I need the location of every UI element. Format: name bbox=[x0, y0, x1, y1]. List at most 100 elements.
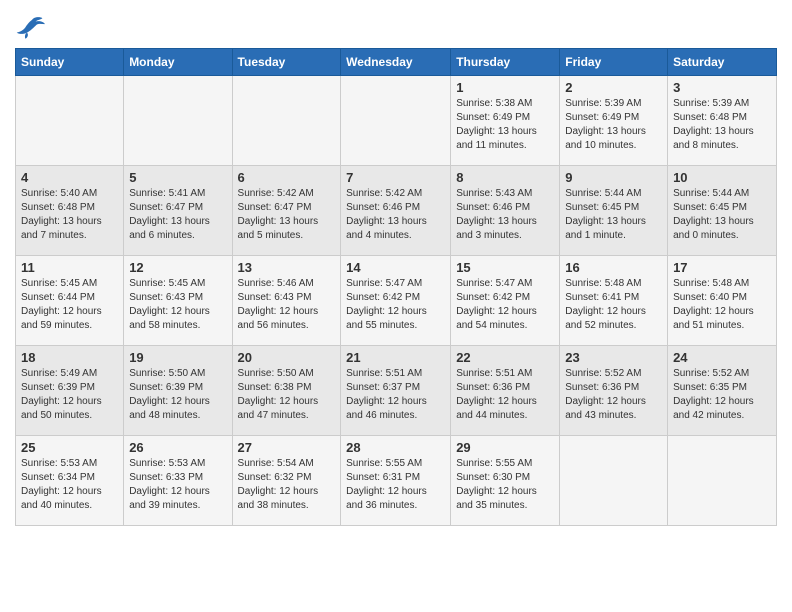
header-cell-thursday: Thursday bbox=[451, 49, 560, 76]
day-number: 26 bbox=[129, 440, 226, 455]
day-info: Sunrise: 5:54 AM Sunset: 6:32 PM Dayligh… bbox=[238, 457, 336, 513]
header-cell-wednesday: Wednesday bbox=[341, 49, 451, 76]
day-number: 10 bbox=[673, 170, 771, 185]
calendar-week-row: 1 Sunrise: 5:38 AM Sunset: 6:49 PM Daylig… bbox=[16, 76, 777, 166]
calendar-cell: 3 Sunrise: 5:39 AM Sunset: 6:48 PM Daylig… bbox=[668, 76, 777, 166]
day-info: Sunrise: 5:50 AM Sunset: 6:38 PM Dayligh… bbox=[238, 367, 336, 423]
day-info: Sunrise: 5:53 AM Sunset: 6:34 PM Dayligh… bbox=[21, 457, 118, 513]
day-number: 18 bbox=[21, 350, 118, 365]
day-number: 1 bbox=[456, 80, 554, 95]
day-info: Sunrise: 5:48 AM Sunset: 6:40 PM Dayligh… bbox=[673, 277, 771, 333]
day-number: 6 bbox=[238, 170, 336, 185]
day-number: 27 bbox=[238, 440, 336, 455]
calendar-cell: 2 Sunrise: 5:39 AM Sunset: 6:49 PM Daylig… bbox=[560, 76, 668, 166]
day-number: 16 bbox=[565, 260, 662, 275]
header-cell-sunday: Sunday bbox=[16, 49, 124, 76]
calendar-cell bbox=[560, 436, 668, 526]
calendar-cell bbox=[16, 76, 124, 166]
day-number: 23 bbox=[565, 350, 662, 365]
day-number: 28 bbox=[346, 440, 445, 455]
day-info: Sunrise: 5:52 AM Sunset: 6:36 PM Dayligh… bbox=[565, 367, 662, 423]
day-number: 29 bbox=[456, 440, 554, 455]
calendar-cell: 25 Sunrise: 5:53 AM Sunset: 6:34 PM Dayli… bbox=[16, 436, 124, 526]
day-number: 11 bbox=[21, 260, 118, 275]
day-number: 17 bbox=[673, 260, 771, 275]
day-number: 12 bbox=[129, 260, 226, 275]
day-info: Sunrise: 5:39 AM Sunset: 6:48 PM Dayligh… bbox=[673, 97, 771, 153]
day-number: 8 bbox=[456, 170, 554, 185]
page-header bbox=[15, 10, 777, 40]
day-info: Sunrise: 5:47 AM Sunset: 6:42 PM Dayligh… bbox=[346, 277, 445, 333]
calendar-week-row: 18 Sunrise: 5:49 AM Sunset: 6:39 PM Dayli… bbox=[16, 346, 777, 436]
calendar-table: SundayMondayTuesdayWednesdayThursdayFrid… bbox=[15, 48, 777, 526]
calendar-cell: 8 Sunrise: 5:43 AM Sunset: 6:46 PM Daylig… bbox=[451, 166, 560, 256]
calendar-cell: 19Sunrise: 5:50 AM Sunset: 6:39 PM Dayli… bbox=[124, 346, 232, 436]
calendar-cell bbox=[668, 436, 777, 526]
day-info: Sunrise: 5:51 AM Sunset: 6:36 PM Dayligh… bbox=[456, 367, 554, 423]
day-info: Sunrise: 5:39 AM Sunset: 6:49 PM Dayligh… bbox=[565, 97, 662, 153]
day-number: 24 bbox=[673, 350, 771, 365]
calendar-cell: 5 Sunrise: 5:41 AM Sunset: 6:47 PM Daylig… bbox=[124, 166, 232, 256]
day-info: Sunrise: 5:42 AM Sunset: 6:47 PM Dayligh… bbox=[238, 187, 336, 243]
day-info: Sunrise: 5:49 AM Sunset: 6:39 PM Dayligh… bbox=[21, 367, 118, 423]
calendar-cell: 6 Sunrise: 5:42 AM Sunset: 6:47 PM Daylig… bbox=[232, 166, 341, 256]
header-cell-tuesday: Tuesday bbox=[232, 49, 341, 76]
day-number: 15 bbox=[456, 260, 554, 275]
day-number: 3 bbox=[673, 80, 771, 95]
day-info: Sunrise: 5:43 AM Sunset: 6:46 PM Dayligh… bbox=[456, 187, 554, 243]
calendar-cell: 1 Sunrise: 5:38 AM Sunset: 6:49 PM Daylig… bbox=[451, 76, 560, 166]
day-number: 14 bbox=[346, 260, 445, 275]
day-info: Sunrise: 5:44 AM Sunset: 6:45 PM Dayligh… bbox=[673, 187, 771, 243]
day-info: Sunrise: 5:47 AM Sunset: 6:42 PM Dayligh… bbox=[456, 277, 554, 333]
day-number: 9 bbox=[565, 170, 662, 185]
calendar-cell: 15 Sunrise: 5:47 AM Sunset: 6:42 PM Dayli… bbox=[451, 256, 560, 346]
day-number: 20 bbox=[238, 350, 336, 365]
calendar-week-row: 25 Sunrise: 5:53 AM Sunset: 6:34 PM Dayli… bbox=[16, 436, 777, 526]
calendar-cell: 12 Sunrise: 5:45 AM Sunset: 6:43 PM Dayli… bbox=[124, 256, 232, 346]
calendar-cell: 21Sunrise: 5:51 AM Sunset: 6:37 PM Dayli… bbox=[341, 346, 451, 436]
day-info: Sunrise: 5:50 AM Sunset: 6:39 PM Dayligh… bbox=[129, 367, 226, 423]
calendar-cell: 27 Sunrise: 5:54 AM Sunset: 6:32 PM Dayli… bbox=[232, 436, 341, 526]
calendar-header-row: SundayMondayTuesdayWednesdayThursdayFrid… bbox=[16, 49, 777, 76]
day-info: Sunrise: 5:46 AM Sunset: 6:43 PM Dayligh… bbox=[238, 277, 336, 333]
calendar-cell: 23 Sunrise: 5:52 AM Sunset: 6:36 PM Dayli… bbox=[560, 346, 668, 436]
header-cell-monday: Monday bbox=[124, 49, 232, 76]
day-number: 13 bbox=[238, 260, 336, 275]
calendar-cell: 14 Sunrise: 5:47 AM Sunset: 6:42 PM Dayli… bbox=[341, 256, 451, 346]
calendar-cell: 17 Sunrise: 5:48 AM Sunset: 6:40 PM Dayli… bbox=[668, 256, 777, 346]
calendar-cell bbox=[124, 76, 232, 166]
day-info: Sunrise: 5:45 AM Sunset: 6:43 PM Dayligh… bbox=[129, 277, 226, 333]
day-info: Sunrise: 5:53 AM Sunset: 6:33 PM Dayligh… bbox=[129, 457, 226, 513]
calendar-cell: 24 Sunrise: 5:52 AM Sunset: 6:35 PM Dayli… bbox=[668, 346, 777, 436]
day-number: 2 bbox=[565, 80, 662, 95]
logo bbox=[15, 15, 47, 40]
day-info: Sunrise: 5:41 AM Sunset: 6:47 PM Dayligh… bbox=[129, 187, 226, 243]
calendar-cell: 29 Sunrise: 5:55 AM Sunset: 6:30 PM Dayli… bbox=[451, 436, 560, 526]
calendar-cell bbox=[232, 76, 341, 166]
calendar-cell: 10 Sunrise: 5:44 AM Sunset: 6:45 PM Dayli… bbox=[668, 166, 777, 256]
calendar-cell: 20 Sunrise: 5:50 AM Sunset: 6:38 PM Dayli… bbox=[232, 346, 341, 436]
header-cell-saturday: Saturday bbox=[668, 49, 777, 76]
day-number: 25 bbox=[21, 440, 118, 455]
calendar-cell bbox=[341, 76, 451, 166]
day-info: Sunrise: 5:42 AM Sunset: 6:46 PM Dayligh… bbox=[346, 187, 445, 243]
day-info: Sunrise: 5:52 AM Sunset: 6:35 PM Dayligh… bbox=[673, 367, 771, 423]
calendar-cell: 13 Sunrise: 5:46 AM Sunset: 6:43 PM Dayli… bbox=[232, 256, 341, 346]
day-number: 22 bbox=[456, 350, 554, 365]
day-number: 21 bbox=[346, 350, 445, 365]
day-info: Sunrise: 5:55 AM Sunset: 6:30 PM Dayligh… bbox=[456, 457, 554, 513]
calendar-cell: 7 Sunrise: 5:42 AM Sunset: 6:46 PM Daylig… bbox=[341, 166, 451, 256]
calendar-cell: 28 Sunrise: 5:55 AM Sunset: 6:31 PM Dayli… bbox=[341, 436, 451, 526]
day-info: Sunrise: 5:40 AM Sunset: 6:48 PM Dayligh… bbox=[21, 187, 118, 243]
calendar-week-row: 11Sunrise: 5:45 AM Sunset: 6:44 PM Dayli… bbox=[16, 256, 777, 346]
day-info: Sunrise: 5:55 AM Sunset: 6:31 PM Dayligh… bbox=[346, 457, 445, 513]
day-info: Sunrise: 5:44 AM Sunset: 6:45 PM Dayligh… bbox=[565, 187, 662, 243]
calendar-cell: 16Sunrise: 5:48 AM Sunset: 6:41 PM Dayli… bbox=[560, 256, 668, 346]
calendar-week-row: 4 Sunrise: 5:40 AM Sunset: 6:48 PM Daylig… bbox=[16, 166, 777, 256]
day-info: Sunrise: 5:38 AM Sunset: 6:49 PM Dayligh… bbox=[456, 97, 554, 153]
calendar-cell: 22 Sunrise: 5:51 AM Sunset: 6:36 PM Dayli… bbox=[451, 346, 560, 436]
calendar-cell: 11Sunrise: 5:45 AM Sunset: 6:44 PM Dayli… bbox=[16, 256, 124, 346]
day-number: 5 bbox=[129, 170, 226, 185]
day-number: 4 bbox=[21, 170, 118, 185]
day-number: 7 bbox=[346, 170, 445, 185]
